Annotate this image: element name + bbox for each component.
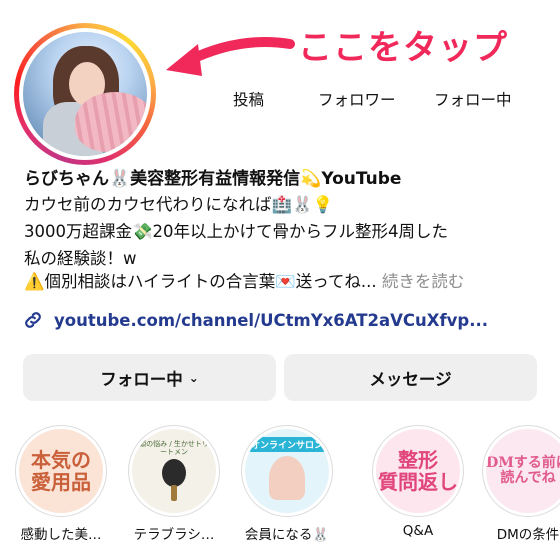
following-button-label: フォロー中 bbox=[100, 369, 183, 389]
highlight-cover-text: DMする前に 読んでね bbox=[486, 454, 560, 486]
salon-person-icon bbox=[269, 456, 305, 500]
link-icon bbox=[25, 312, 41, 328]
highlight-label: テラブラシ… bbox=[133, 527, 215, 543]
annotation-text: ここをタップ bbox=[298, 28, 508, 68]
chevron-down-icon: ⌄ bbox=[188, 370, 199, 385]
hair-brush-cover-icon: 頭の悩み / 生かせトリートメン bbox=[132, 429, 216, 513]
message-button[interactable]: メッセージ bbox=[284, 354, 537, 401]
highlight-cover-text: オンラインサロン bbox=[247, 437, 326, 452]
profile-link-row[interactable]: youtube.com/channel/UCtmYx6AT2aVCuXfvp..… bbox=[22, 309, 488, 331]
highlight-item[interactable]: オンラインサロン 会員になる🐰 bbox=[239, 425, 335, 543]
highlight-label: Q&A bbox=[402, 523, 434, 539]
followers-label[interactable]: フォロワー bbox=[318, 88, 396, 110]
highlight-ring: DMする前に 読んでね bbox=[482, 425, 560, 517]
profile-avatar-ring[interactable] bbox=[14, 23, 156, 165]
beauty-products-cover-icon: 本気の 愛用品 bbox=[19, 429, 103, 513]
hair-brush-icon bbox=[162, 458, 186, 501]
following-label[interactable]: フォロー中 bbox=[434, 88, 512, 110]
online-salon-cover-icon: オンラインサロン bbox=[245, 429, 329, 513]
highlight-ring: 整形 質問返し bbox=[372, 425, 464, 517]
bio-line: カウセ前のカウセ代わりになれば🏥🐰💡 bbox=[24, 195, 334, 214]
highlight-ring: オンラインサロン bbox=[241, 425, 333, 517]
message-button-label: メッセージ bbox=[369, 369, 452, 389]
annotation-arrow-icon bbox=[166, 37, 295, 76]
read-more-link[interactable]: 続きを読む bbox=[382, 272, 465, 291]
highlight-label: 会員になる🐰 bbox=[244, 527, 330, 543]
bio-line-last: ⚠️個別相談はハイライトの合言葉💌送ってね... 続きを読む bbox=[24, 268, 464, 292]
highlight-ring: 本気の 愛用品 bbox=[15, 425, 107, 517]
highlight-cover-text: 整形 質問返し bbox=[378, 448, 458, 494]
posts-label[interactable]: 投稿 bbox=[233, 88, 264, 110]
highlight-item[interactable]: 頭の悩み / 生かせトリートメン テラブラシ… bbox=[126, 425, 222, 543]
avatar-shell bbox=[75, 92, 147, 152]
dm-rules-cover-icon: DMする前に 読んでね bbox=[486, 429, 560, 513]
following-button[interactable]: フォロー中 ⌄ bbox=[23, 354, 276, 401]
highlight-label: DMの条件 bbox=[496, 527, 560, 543]
bio-line: 私の経験談！w bbox=[24, 249, 137, 268]
highlight-cover-text: 頭の悩み / 生かせトリートメン bbox=[139, 440, 209, 456]
highlight-item[interactable]: DMする前に 読んでね DMの条件 bbox=[480, 425, 560, 543]
highlight-ring: 頭の悩み / 生かせトリートメン bbox=[128, 425, 220, 517]
bio-line: 3000万超課金💸20年以上かけて骨からフル整形4周した bbox=[24, 222, 449, 241]
highlight-item[interactable]: 本気の 愛用品 感動した美… bbox=[13, 425, 109, 543]
highlight-cover-text: 本気の 愛用品 bbox=[31, 448, 91, 494]
profile-link[interactable]: youtube.com/channel/UCtmYx6AT2aVCuXfvp..… bbox=[54, 311, 488, 330]
avatar-gap bbox=[19, 28, 151, 160]
highlight-label: 感動した美… bbox=[20, 527, 102, 543]
highlight-item[interactable]: 整形 質問返し Q&A bbox=[370, 425, 466, 539]
qa-cover-icon: 整形 質問返し bbox=[376, 429, 460, 513]
avatar[interactable] bbox=[23, 32, 147, 156]
bio-line-text: ⚠️個別相談はハイライトの合言葉💌送ってね... bbox=[24, 272, 377, 291]
profile-name: らびちゃん🐰美容整形有益情報発信💫YouTube bbox=[24, 169, 402, 189]
